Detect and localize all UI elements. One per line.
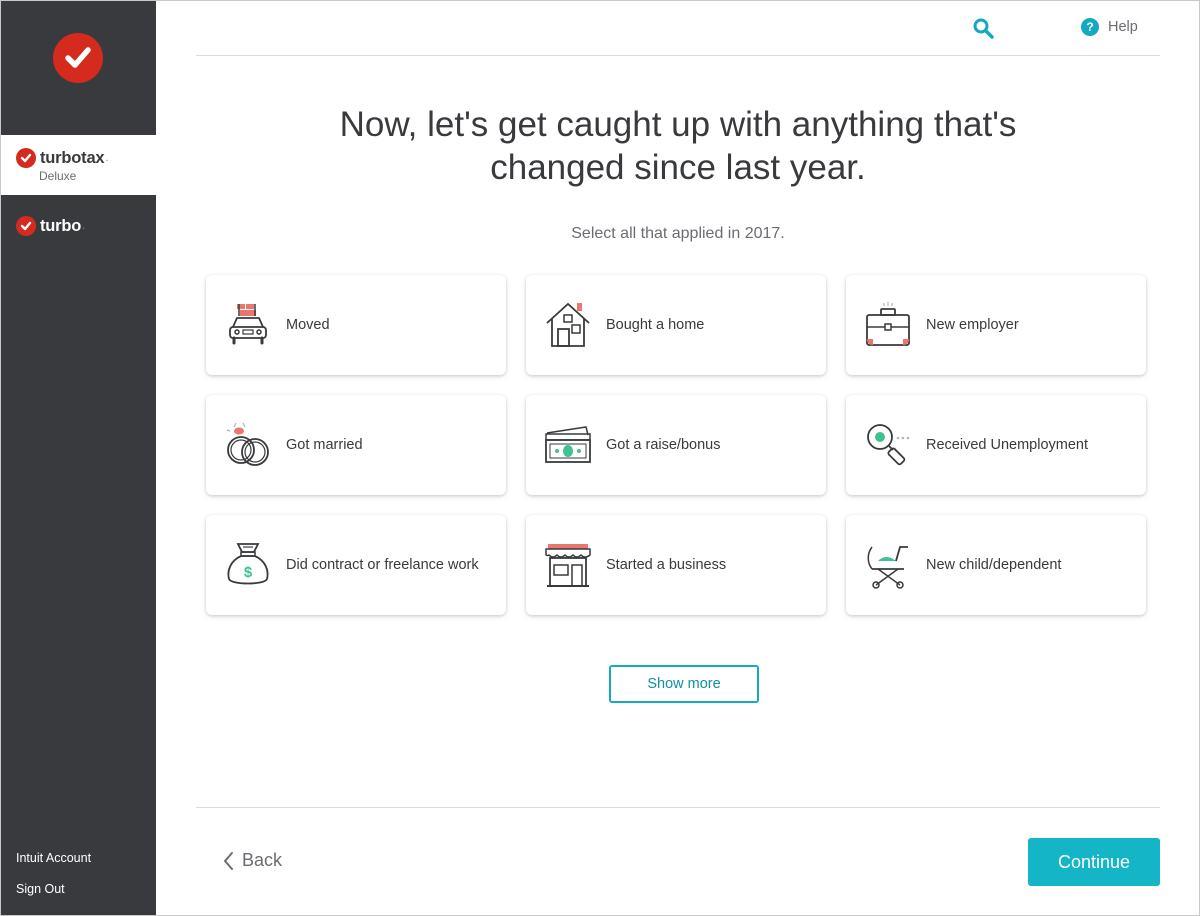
stroller-icon	[864, 541, 912, 589]
option-label: Started a business	[606, 556, 727, 573]
chevron-left-icon	[224, 851, 233, 870]
search-icon[interactable]	[972, 17, 996, 41]
money-bag-icon: $	[224, 541, 272, 589]
magnifier-icon	[864, 421, 912, 469]
option-label: New employer	[926, 316, 1019, 333]
turbo-wordmark: turbo	[40, 216, 82, 235]
option-label: Received Unemployment	[926, 436, 1088, 453]
product-selector-turbotax[interactable]: turbotax. Deluxe	[0, 135, 156, 195]
house-icon	[544, 301, 592, 349]
option-label: Moved	[286, 316, 330, 333]
help-icon: ?	[1081, 18, 1099, 36]
option-got-a-raise-bonus[interactable]: Got a raise/bonus	[526, 395, 826, 495]
footer-divider	[196, 807, 1160, 808]
help-button[interactable]: ? Help	[1081, 18, 1138, 36]
header-divider	[196, 55, 1160, 56]
trademark-dot: .	[105, 152, 109, 164]
option-label: Bought a home	[606, 316, 705, 333]
option-received-unemployment[interactable]: Received Unemployment	[846, 395, 1146, 495]
option-label: Got married	[286, 436, 363, 453]
option-label: New child/dependent	[926, 556, 1062, 573]
svg-text:$: $	[244, 564, 253, 581]
option-contract-freelance-work[interactable]: $ Did contract or freelance work	[206, 515, 506, 615]
option-new-child-dependent[interactable]: New child/dependent	[846, 515, 1146, 615]
option-bought-a-home[interactable]: Bought a home	[526, 275, 826, 375]
option-moved[interactable]: Moved	[206, 275, 506, 375]
turbo-brand[interactable]: turbo.	[16, 216, 85, 236]
option-label: Got a raise/bonus	[606, 436, 721, 453]
checkmark-icon	[16, 216, 36, 236]
page-title: Now, let's get caught up with anything t…	[196, 103, 1160, 189]
product-edition: Deluxe	[39, 169, 77, 183]
checkmark-icon	[16, 148, 36, 168]
sidebar: turbotax. Deluxe turbo. Intuit Account S…	[0, 0, 156, 916]
page-title-line-2: changed since last year.	[490, 148, 866, 187]
intuit-account-link[interactable]: Intuit Account	[16, 851, 91, 865]
sign-out-link[interactable]: Sign Out	[16, 882, 65, 896]
cash-stack-icon	[544, 421, 592, 469]
turbotax-wordmark: turbotax	[40, 148, 105, 167]
continue-button[interactable]: Continue	[1028, 838, 1160, 886]
option-label: Did contract or freelance work	[286, 556, 479, 573]
trademark-dot: .	[82, 220, 86, 232]
page-subtitle: Select all that applied in 2017.	[571, 225, 785, 242]
turbotax-logo-icon[interactable]	[53, 33, 103, 83]
wedding-rings-icon	[224, 421, 272, 469]
help-label: Help	[1108, 19, 1138, 35]
turbotax-brand: turbotax.	[16, 148, 108, 168]
option-got-married[interactable]: Got married	[206, 395, 506, 495]
back-button[interactable]: Back	[222, 850, 282, 871]
page-title-line-1: Now, let's get caught up with anything t…	[339, 105, 1017, 144]
show-more-button[interactable]: Show more	[609, 665, 759, 703]
back-label: Back	[242, 850, 283, 870]
option-new-employer[interactable]: New employer	[846, 275, 1146, 375]
option-started-a-business[interactable]: Started a business	[526, 515, 826, 615]
briefcase-icon	[864, 301, 912, 349]
moving-truck-icon	[224, 301, 272, 349]
life-events-grid: Moved Bought a home New employer Got mar…	[206, 275, 1146, 615]
storefront-icon	[544, 541, 592, 589]
